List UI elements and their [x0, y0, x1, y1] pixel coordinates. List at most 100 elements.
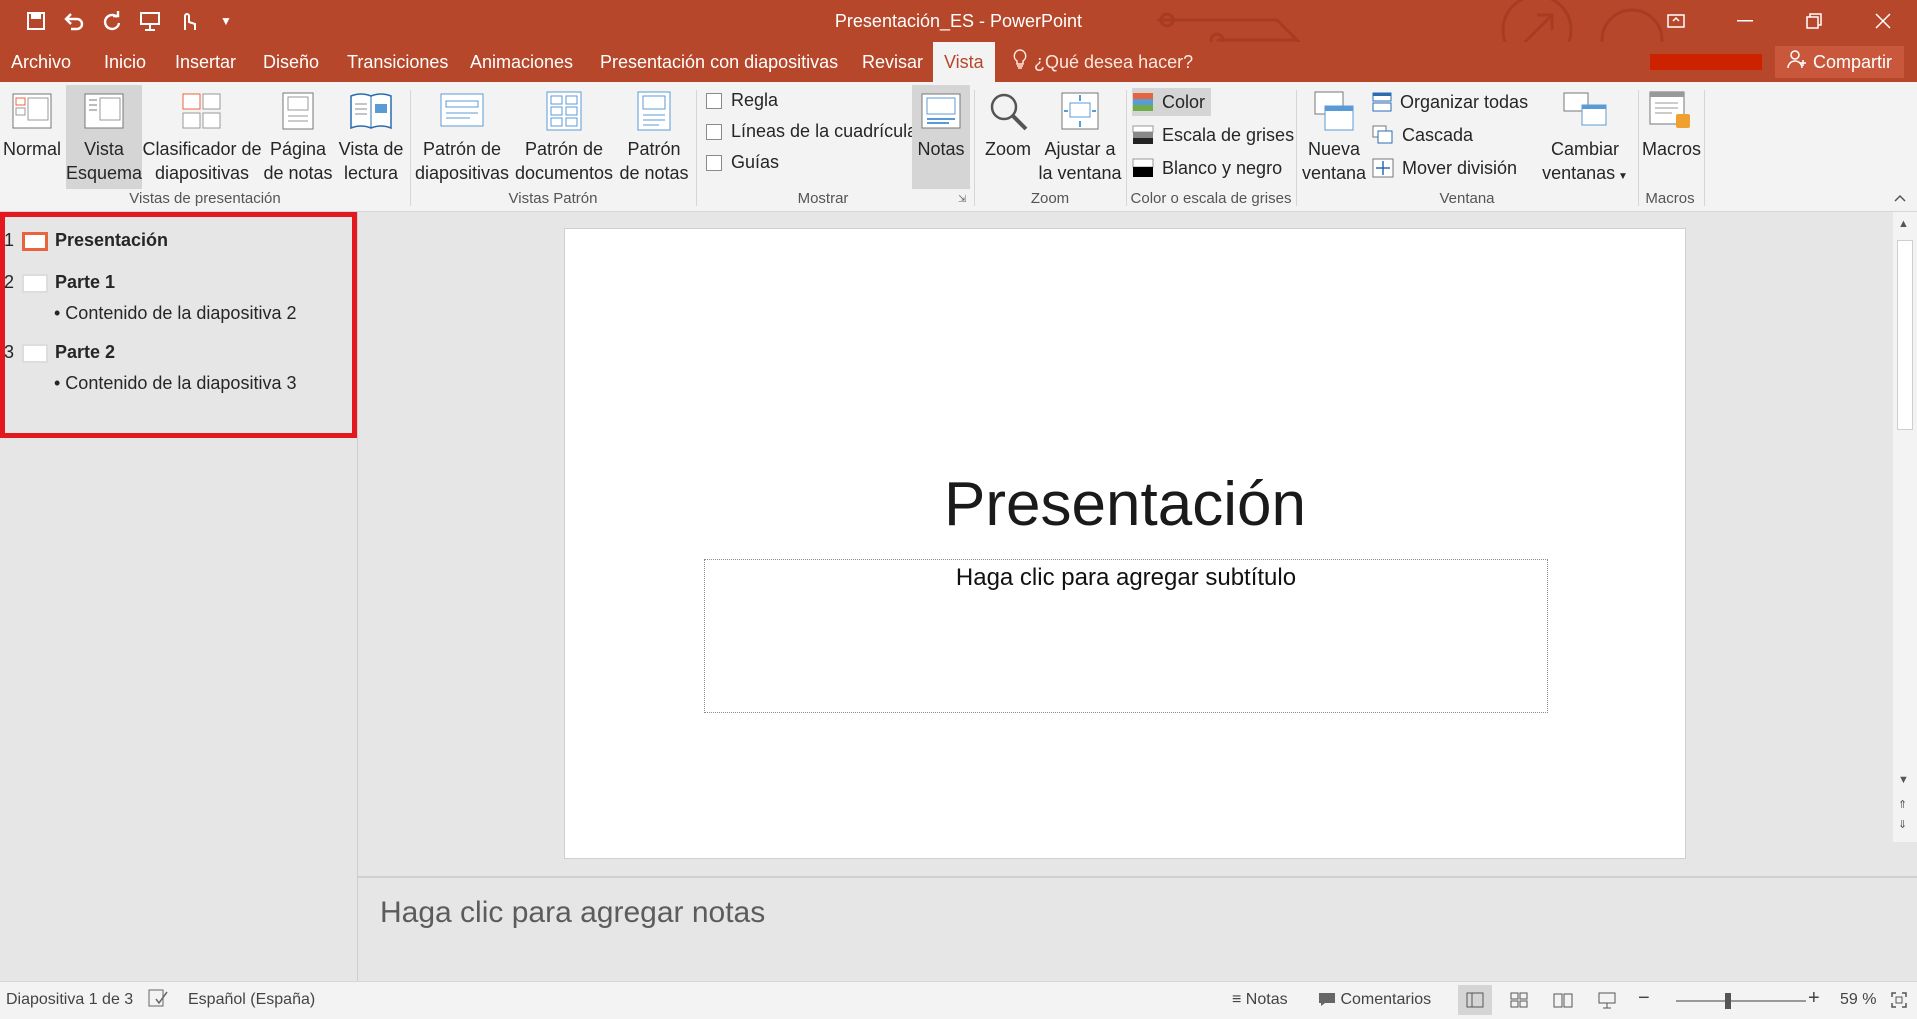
normal-view-button[interactable]: Normal	[0, 85, 64, 189]
vertical-scrollbar[interactable]: ▲ ▼ ⇑ ⇓	[1893, 212, 1917, 842]
tab-inicio[interactable]: Inicio	[93, 42, 157, 82]
normal-label: Normal	[2, 139, 61, 159]
ribbon-display-options-icon[interactable]	[1641, 0, 1710, 42]
next-slide-icon[interactable]: ⇓	[1898, 818, 1907, 831]
highlight-frame	[0, 212, 357, 438]
slide-canvas[interactable]: Presentación Haga clic para agregar subt…	[564, 228, 1686, 859]
redacted-account-name	[1650, 54, 1762, 70]
cascade-label: Cascada	[1402, 124, 1474, 145]
slide-sorter-icon	[182, 93, 221, 129]
tab-insertar[interactable]: Insertar	[164, 42, 247, 82]
group-separator	[1296, 90, 1297, 206]
move-split-icon	[1372, 158, 1394, 178]
normal-view-status-icon[interactable]	[1458, 985, 1492, 1015]
slide-master-label-1: Patrón de	[422, 139, 502, 159]
black-white-button[interactable]: Blanco y negro	[1132, 154, 1282, 182]
color-label: Color	[1162, 91, 1206, 112]
close-icon[interactable]	[1848, 0, 1917, 42]
notes-master-button[interactable]: Patrón de notas	[618, 85, 690, 189]
notes-page-button[interactable]: Página de notas	[262, 85, 334, 189]
handout-master-button[interactable]: Patrón de documentos	[512, 85, 616, 189]
move-split-button[interactable]: Mover división	[1372, 154, 1517, 182]
tell-me-search[interactable]: ¿Qué desea hacer?	[1012, 42, 1193, 82]
outline-slide-title[interactable]: Presentación	[55, 230, 168, 251]
tab-vista[interactable]: Vista	[933, 42, 995, 82]
reading-view-status-icon[interactable]	[1546, 985, 1580, 1015]
dropdown-arrow-icon: ▼	[1615, 171, 1628, 182]
outline-view-button[interactable]: Vista Esquema	[66, 85, 142, 189]
new-window-button[interactable]: Nueva ventana	[1302, 85, 1366, 189]
slide-title[interactable]: Presentación	[565, 469, 1685, 540]
gridlines-checkbox[interactable]: Líneas de la cuadrícula	[706, 121, 917, 142]
normal-view-icon	[12, 93, 52, 129]
slideshow-status-icon[interactable]	[1590, 985, 1624, 1015]
grayscale-label: Escala de grises	[1162, 124, 1295, 145]
outline-pane[interactable]: 1 Presentación 2 Parte 1 • Contenido de …	[0, 212, 358, 981]
guides-checkbox[interactable]: Guías	[706, 152, 779, 173]
switch-windows-label-1: Cambiar	[1550, 139, 1620, 159]
handout-master-label-2: documentos	[514, 163, 614, 183]
tab-transiciones[interactable]: Transiciones	[336, 42, 459, 82]
outline-slide-title[interactable]: Parte 1	[55, 272, 115, 293]
restore-icon[interactable]	[1779, 0, 1848, 42]
fit-label-1: Ajustar a	[1044, 139, 1116, 159]
outline-bullet[interactable]: • Contenido de la diapositiva 3	[54, 373, 296, 394]
notes-toggle-button[interactable]: Notas	[912, 85, 970, 189]
tab-diseno[interactable]: Diseño	[252, 42, 330, 82]
slide-sorter-button[interactable]: Clasificador de diapositivas	[142, 85, 262, 189]
macros-icon	[1649, 91, 1690, 128]
slide-sorter-label-2: diapositivas	[154, 163, 250, 183]
ruler-checkbox[interactable]: Regla	[706, 90, 778, 111]
notes-pane[interactable]: Haga clic para agregar notas	[358, 876, 1917, 981]
ruler-label: Regla	[731, 90, 779, 110]
scroll-up-icon[interactable]: ▲	[1898, 218, 1909, 230]
notes-page-label-1: Página	[269, 139, 327, 159]
cascade-button[interactable]: Cascada	[1372, 121, 1473, 149]
tab-archivo[interactable]: Archivo	[0, 42, 82, 82]
outline-label-1: Vista	[84, 139, 124, 159]
slide-master-icon	[440, 93, 484, 127]
slide-sorter-label-1: Clasificador de	[142, 139, 262, 159]
notes-status-button[interactable]: ≡ Notas	[1232, 991, 1288, 1009]
slide-master-button[interactable]: Patrón de diapositivas	[414, 85, 510, 189]
macros-button[interactable]: Macros	[1642, 85, 1701, 189]
tab-animaciones[interactable]: Animaciones	[459, 42, 584, 82]
ribbon-vista: Normal Vista Esquema Clasificador de dia…	[0, 82, 1917, 212]
minimize-icon[interactable]	[1710, 0, 1779, 42]
fit-slide-status-icon[interactable]	[1882, 985, 1916, 1015]
scroll-thumb[interactable]	[1897, 240, 1913, 430]
notes-master-label-1: Patrón	[627, 139, 681, 159]
previous-slide-icon[interactable]: ⇑	[1898, 798, 1907, 811]
comments-status-button[interactable]: Comentarios	[1318, 991, 1431, 1009]
collapse-ribbon-icon[interactable]	[1892, 190, 1908, 206]
grayscale-button[interactable]: Escala de grises	[1132, 121, 1294, 149]
zoom-slider-knob[interactable]	[1725, 993, 1731, 1009]
zoom-out-icon[interactable]: −	[1638, 987, 1650, 1010]
group-separator	[1638, 90, 1639, 206]
tab-presentacion[interactable]: Presentación con diapositivas	[589, 42, 849, 82]
scroll-down-icon[interactable]: ▼	[1898, 774, 1909, 786]
switch-windows-button[interactable]: Cambiar ventanas ▼	[1538, 85, 1632, 189]
zoom-in-icon[interactable]: +	[1808, 987, 1820, 1010]
group-label-ventana: Ventana	[1439, 190, 1495, 207]
fit-to-window-button[interactable]: Ajustar a la ventana	[1038, 85, 1122, 189]
tab-revisar[interactable]: Revisar	[851, 42, 934, 82]
spelling-check-icon[interactable]	[148, 989, 168, 1012]
outline-slide-title[interactable]: Parte 2	[55, 342, 115, 363]
language-indicator[interactable]: Español (España)	[188, 991, 315, 1009]
subtitle-placeholder[interactable]: Haga clic para agregar subtítulo	[704, 559, 1548, 713]
zoom-slider[interactable]	[1676, 993, 1806, 1009]
grayscale-icon	[1132, 125, 1154, 144]
color-button[interactable]: Color	[1132, 88, 1212, 116]
zoom-button[interactable]: Zoom	[980, 85, 1036, 189]
dialog-launcher-icon[interactable]: ⇲	[958, 194, 966, 205]
arrange-all-button[interactable]: Organizar todas	[1372, 88, 1528, 116]
notes-page-label-2: de notas	[263, 163, 333, 183]
reading-view-button[interactable]: Vista de lectura	[334, 85, 408, 189]
zoom-level[interactable]: 59 %	[1840, 991, 1876, 1009]
share-button[interactable]: Compartir	[1775, 46, 1905, 78]
slide-sorter-status-icon[interactable]	[1502, 985, 1536, 1015]
group-separator	[696, 90, 697, 206]
outline-bullet[interactable]: • Contenido de la diapositiva 2	[54, 303, 296, 324]
notes-page-icon	[282, 92, 314, 130]
